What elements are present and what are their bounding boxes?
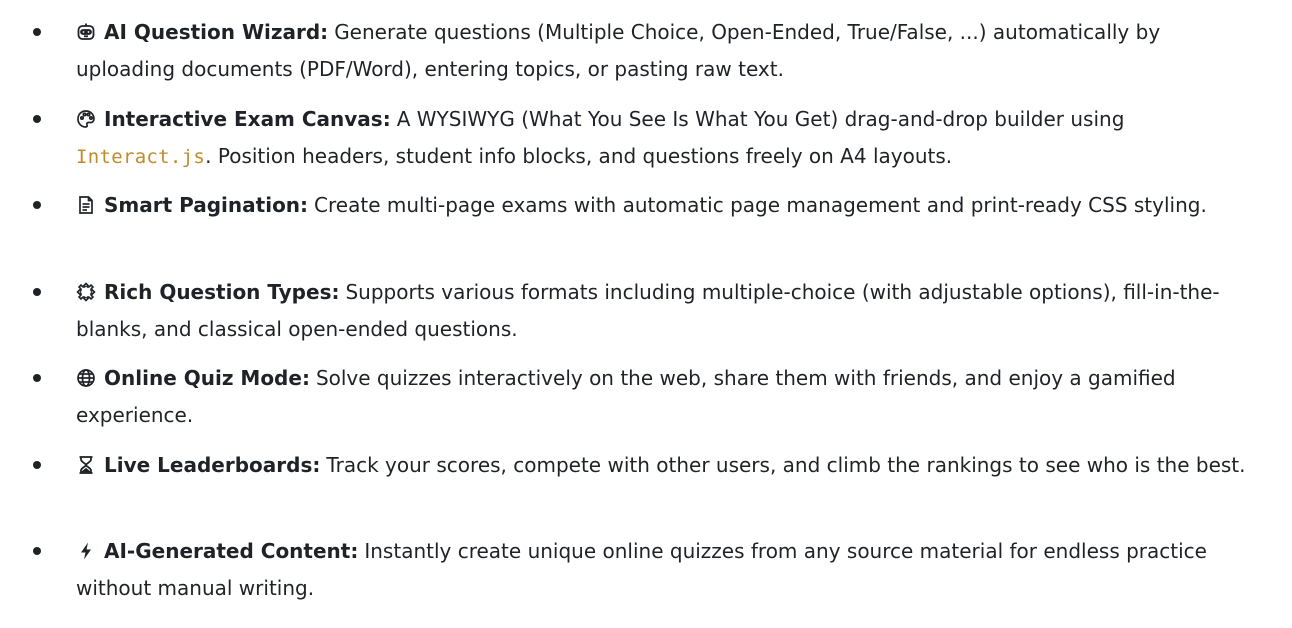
bullet [33, 547, 41, 555]
bullet [33, 114, 41, 123]
puzzle-icon [76, 281, 96, 302]
feature-item-ai-question-wizard: AI Question Wizard: Generate questions (M… [0, 14, 1292, 88]
bullet [33, 374, 41, 382]
feature-text: . Position headers, student info blocks,… [205, 143, 953, 168]
feature-text: A WYSIWYG (What You See Is What You Get)… [396, 106, 1125, 131]
feature-item-rich-question-types: Rich Question Types: Supports various for… [0, 274, 1292, 348]
bullet [33, 28, 41, 36]
bullet [33, 460, 41, 469]
feature-text: Create multi-page exams with automatic p… [314, 193, 1207, 217]
inline-code: Interact.js [76, 145, 206, 168]
lightning-icon [76, 541, 96, 561]
feature-title: Online Quiz Mode: [104, 366, 310, 390]
hourglass-icon [76, 455, 96, 475]
feature-title: AI-Generated Content: [104, 539, 359, 563]
feature-list: AI Question Wizard: Generate questions (M… [0, 14, 1292, 607]
feature-item-live-leaderboards: Live Leaderboards: Track your scores, com… [0, 447, 1292, 521]
feature-item-ai-generated-content: AI-Generated Content: Instantly create un… [0, 533, 1292, 607]
feature-item-online-quiz-mode: Online Quiz Mode: Solve quizzes interacti… [0, 360, 1292, 434]
document-icon [76, 195, 96, 215]
feature-title: AI Question Wizard: [104, 20, 329, 44]
feature-text: Track your scores, compete with other us… [326, 452, 1246, 477]
robot-icon [76, 22, 96, 42]
feature-title: Interactive Exam Canvas: [104, 106, 391, 131]
feature-item-interactive-exam-canvas: Interactive Exam Canvas: A WYSIWYG (What … [0, 101, 1292, 175]
bullet [33, 201, 41, 209]
palette-icon [76, 109, 96, 129]
feature-title: Live Leaderboards: [104, 452, 321, 477]
globe-icon [76, 368, 96, 388]
feature-item-smart-pagination: Smart Pagination: Create multi-page exams… [0, 187, 1292, 261]
bullet [33, 287, 41, 296]
feature-title: Rich Question Types: [104, 279, 340, 304]
feature-title: Smart Pagination: [104, 193, 309, 217]
